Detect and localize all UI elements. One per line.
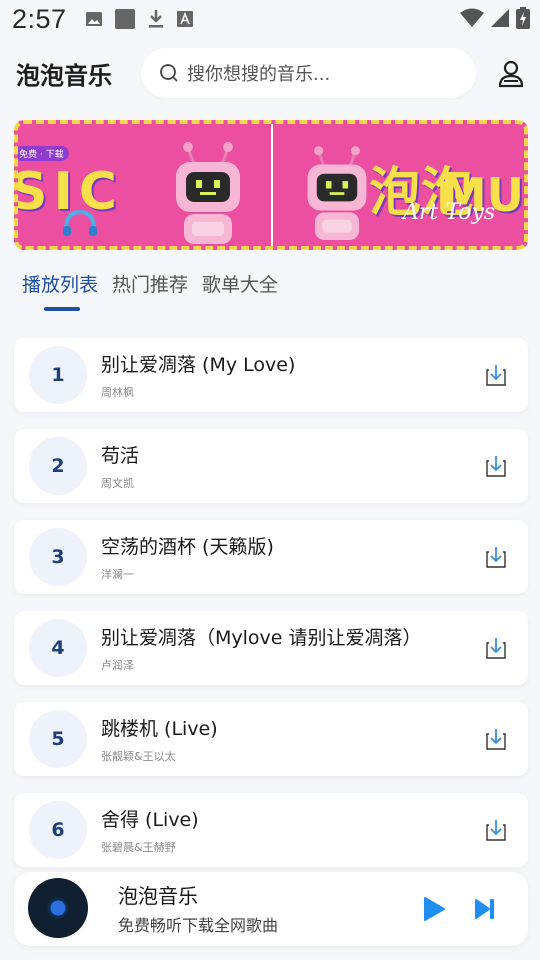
song-title: 空荡的酒杯 (天籁版) <box>101 536 274 558</box>
song-artist: 张靓颖&王以太 <box>101 750 176 763</box>
search-placeholder: 搜你想搜的音乐... <box>187 64 331 85</box>
tab-label: 热门推荐 <box>112 274 189 296</box>
song-artist: 张碧晨&王赫野 <box>101 841 176 854</box>
song-title: 别让爱凋落 (My Love) <box>101 354 296 376</box>
user-icon[interactable] <box>498 60 524 88</box>
search-input[interactable]: 搜你想搜的音乐... <box>141 48 476 98</box>
song-rank: 1 <box>29 346 87 404</box>
active-tab-indicator <box>44 307 80 311</box>
image-notification-icon <box>85 12 102 26</box>
status-system-icons <box>460 7 530 29</box>
app-notification-icon <box>114 9 135 29</box>
battery-icon <box>516 7 530 29</box>
play-icon[interactable] <box>422 896 446 922</box>
song-artist: 周林枫 <box>101 386 134 399</box>
wifi-icon <box>460 8 484 27</box>
tab-label: 播放列表 <box>22 274 99 296</box>
song-title: 跳楼机 (Live) <box>101 718 218 740</box>
tab-bar: 播放列表 热门推荐 歌单大全 <box>22 270 278 311</box>
download-icon[interactable] <box>486 728 506 750</box>
tab-hot-recommend[interactable]: 热门推荐 <box>112 270 188 311</box>
song-title: 舍得 (Live) <box>101 809 199 831</box>
player-subtitle: 免费畅听下载全网歌曲 <box>118 916 279 935</box>
song-rank: 2 <box>29 437 87 495</box>
song-rank: 5 <box>29 710 87 768</box>
headphone-icon <box>63 209 97 236</box>
download-icon[interactable] <box>486 637 506 659</box>
banner-slide-left: 免费 · 下载 SIC <box>18 124 271 246</box>
song-rank: 6 <box>29 801 87 859</box>
download-notification-icon <box>148 10 163 28</box>
tab-playlist-collection[interactable]: 歌单大全 <box>202 270 278 311</box>
banner-slide-right: 泡泡 MU Art Toys <box>271 124 524 246</box>
song-artist: 卢润泽 <box>101 659 134 672</box>
app-title: 泡泡音乐 <box>16 62 112 90</box>
download-icon[interactable] <box>486 546 506 568</box>
status-bar: 2:57 <box>0 0 540 38</box>
list-item[interactable]: 5 跳楼机 (Live) 张靓颖&王以太 <box>14 702 528 776</box>
player-title: 泡泡音乐 <box>118 884 198 908</box>
list-item[interactable]: 3 空荡的酒杯 (天籁版) 洋澜一 <box>14 520 528 594</box>
song-rank: 4 <box>29 619 87 677</box>
download-icon[interactable] <box>486 819 506 841</box>
list-item[interactable]: 2 苟活 周文凯 <box>14 429 528 503</box>
download-icon[interactable] <box>486 364 506 386</box>
download-icon[interactable] <box>486 455 506 477</box>
tab-label: 歌单大全 <box>202 274 279 296</box>
signal-icon <box>491 9 509 27</box>
list-item[interactable]: 6 舍得 (Live) 张碧晨&王赫野 <box>14 793 528 867</box>
search-icon <box>160 64 178 82</box>
song-artist: 周文凯 <box>101 477 134 490</box>
text-notification-icon <box>176 11 193 27</box>
banner-tag: 免费 · 下载 <box>18 146 69 161</box>
list-item[interactable]: 4 别让爱凋落（Mylove 请别让爱凋落） 卢润泽 <box>14 611 528 685</box>
song-title: 苟活 <box>101 445 140 467</box>
song-title: 别让爱凋落（Mylove 请别让爱凋落） <box>101 627 422 649</box>
banner-subtitle: Art Toys <box>403 200 496 225</box>
tab-playlist[interactable]: 播放列表 <box>22 270 98 311</box>
header: 泡泡音乐 搜你想搜的音乐... <box>0 48 540 100</box>
song-artist: 洋澜一 <box>101 568 134 581</box>
status-time: 2:57 <box>12 3 67 34</box>
robot-illustration <box>176 142 240 244</box>
song-rank: 3 <box>29 528 87 586</box>
album-disc-icon <box>28 878 88 938</box>
promo-banner[interactable]: 免费 · 下载 SIC 泡泡 MU Art Toys <box>14 120 528 250</box>
next-track-icon[interactable] <box>474 898 496 920</box>
status-notification-icons <box>85 9 193 29</box>
mini-player[interactable]: 泡泡音乐 免费畅听下载全网歌曲 <box>14 872 528 946</box>
list-item[interactable]: 1 别让爱凋落 (My Love) 周林枫 <box>14 338 528 412</box>
